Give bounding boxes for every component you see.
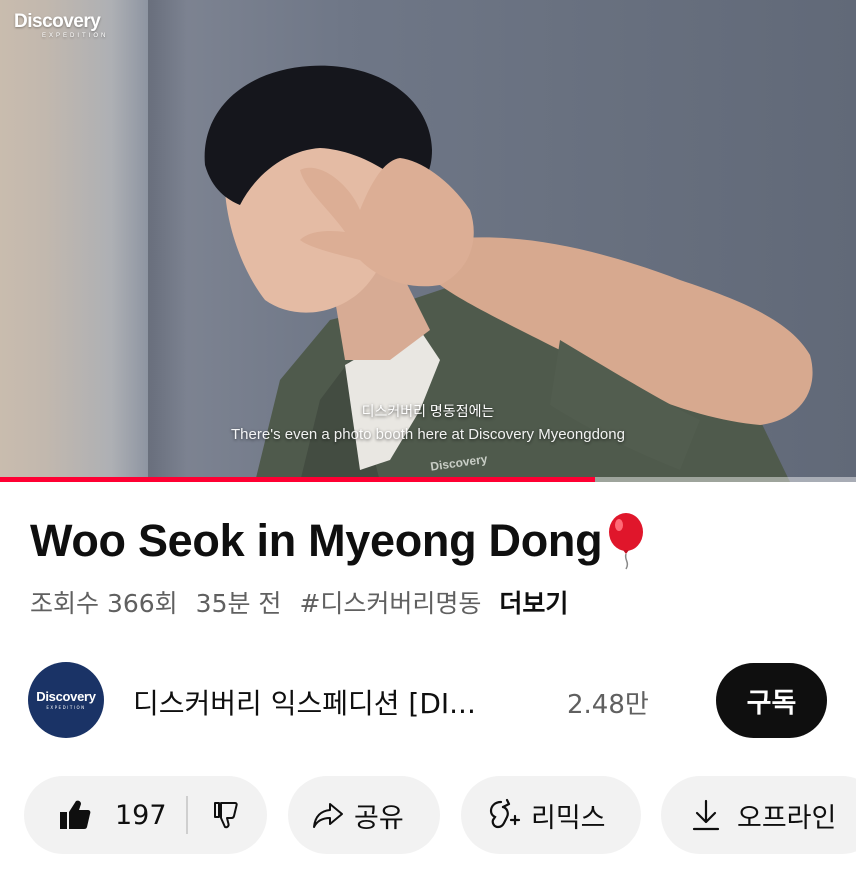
watermark-subtext: EXPEDITION [42,33,109,39]
subtitle-korean: 디스커버리 명동점에는 [361,403,495,419]
channel-name[interactable]: 디스커버리 익스페디션 [DI... [133,682,476,722]
remix-button[interactable]: 리믹스 [461,776,641,854]
video-player[interactable]: Discovery Discovery EXPEDITION 디스커버리 명동점… [0,0,856,482]
avatar-logo-subtext: EXPEDITION [46,705,86,710]
like-divider [185,796,188,834]
avatar-logo-text: Discovery [36,689,96,704]
like-dislike-group: 197 [24,776,267,854]
more-button[interactable]: 더보기 [499,584,568,620]
balloon-icon [609,513,644,570]
share-button[interactable]: 공유 [288,776,440,854]
subtitle-english: There's even a photo booth here at Disco… [231,426,625,443]
remix-icon [489,798,521,829]
subscribe-button[interactable]: 구독 [716,663,827,738]
hashtag-link[interactable]: #디스커버리명동 [299,584,481,620]
thumbs-up-icon[interactable] [58,798,92,832]
like-count[interactable]: 197 [115,800,167,831]
channel-row[interactable]: Discovery EXPEDITION 디스커버리 익스페디션 [DI... … [28,662,856,738]
video-info-panel: Woo Seok in Myeong Dong 조회수 366회 35분 전 #… [0,482,856,873]
view-count: 조회수 366회 [30,589,178,618]
video-title-row[interactable]: Woo Seok in Myeong Dong [30,512,648,570]
share-label: 공유 [354,802,404,834]
download-icon [692,799,720,831]
watermark-text: Discovery [14,11,101,32]
channel-avatar[interactable]: Discovery EXPEDITION [28,662,104,738]
subscriber-count: 2.48만 [567,690,649,720]
offline-label: 오프라인 [737,802,837,834]
video-title[interactable]: Woo Seok in Myeong Dong [30,515,603,567]
offline-download-button[interactable]: 오프라인 [661,776,856,854]
upload-time: 35분 전 [195,589,282,618]
share-icon [313,803,343,828]
discovery-watermark: Discovery EXPEDITION [14,12,108,39]
action-buttons-row: 197 공유 리믹스 오프라인 [24,776,856,854]
video-metadata[interactable]: 조회수 366회 35분 전 #디스커버리명동 더보기 [30,584,568,620]
thumbs-down-icon[interactable] [212,800,242,830]
remix-label: 리믹스 [531,802,606,834]
